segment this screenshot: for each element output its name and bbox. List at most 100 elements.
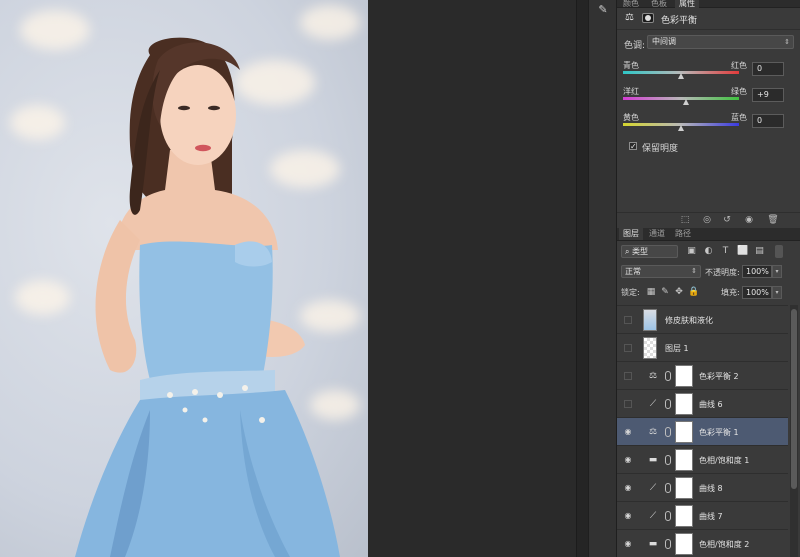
tone-select-value: 中间调: [652, 37, 676, 46]
filter-toggle[interactable]: [775, 245, 783, 258]
mask-icon[interactable]: [642, 13, 654, 23]
curves-icon[interactable]: ⟋: [646, 511, 660, 521]
layer-row[interactable]: ⚖ 色彩平衡 2: [617, 362, 788, 390]
pixel-filter-icon[interactable]: ▣: [686, 246, 697, 257]
color-balance-slider[interactable]: 洋红 绿色 +9: [623, 86, 800, 110]
layer-row[interactable]: 图层 1: [617, 334, 788, 362]
shape-filter-icon[interactable]: ⬜: [737, 246, 748, 257]
slider-value-field[interactable]: 0: [752, 62, 784, 76]
reset-icon[interactable]: ↺: [721, 215, 733, 225]
visibility-toggle-empty[interactable]: [624, 400, 632, 408]
visibility-eye-icon[interactable]: ◉: [623, 427, 633, 437]
brush-preset-icon[interactable]: ✎: [595, 3, 611, 17]
lock-transparency-icon[interactable]: ▦: [646, 286, 656, 298]
layer-mask-thumbnail[interactable]: [675, 365, 693, 387]
layer-name: 曲线 8: [699, 484, 723, 493]
lock-position-icon[interactable]: ✥: [674, 286, 684, 298]
layer-row[interactable]: ◉ ▬ 色相/饱和度 1: [617, 446, 788, 474]
fill-dropdown-icon[interactable]: ▾: [772, 286, 782, 299]
opacity-label: 不透明度:: [705, 268, 740, 277]
visibility-eye-icon[interactable]: ◉: [623, 455, 633, 465]
hue-saturation-icon[interactable]: ▬: [646, 455, 660, 465]
trash-icon[interactable]: 🗑: [767, 215, 779, 225]
balance-icon[interactable]: ⚖: [646, 371, 660, 381]
slider-right-label: 绿色: [731, 87, 747, 96]
layer-row[interactable]: ◉ ⟋ 曲线 7: [617, 502, 788, 530]
link-chain-icon[interactable]: [665, 455, 671, 465]
tone-select[interactable]: 中间调 ⇕: [647, 35, 794, 49]
layers-tabbar: 图层 通道 路径: [617, 228, 800, 241]
visibility-eye-icon[interactable]: ◉: [623, 511, 633, 521]
visibility-toggle-empty[interactable]: [624, 344, 632, 352]
tab-channels[interactable]: 通道: [645, 228, 669, 240]
document-canvas[interactable]: [0, 0, 368, 557]
slider-value-field[interactable]: 0: [752, 114, 784, 128]
tab-layers[interactable]: 图层: [619, 228, 643, 240]
layer-mask-thumbnail[interactable]: [675, 393, 693, 415]
transparent-thumbnail[interactable]: [643, 337, 657, 359]
tab-color[interactable]: 颜色: [619, 0, 643, 8]
link-chain-icon[interactable]: [665, 483, 671, 493]
visibility-eye-icon[interactable]: ◉: [623, 483, 633, 493]
layers-scrollbar[interactable]: [790, 305, 798, 557]
scrollbar-thumb[interactable]: [791, 309, 797, 489]
layer-filter-value: 类型: [632, 247, 649, 256]
layer-mask-thumbnail[interactable]: [675, 505, 693, 527]
link-chain-icon[interactable]: [665, 427, 671, 437]
smart-object-filter-icon[interactable]: ▤: [754, 246, 765, 257]
search-icon: ⌕: [625, 247, 630, 256]
photo-thumbnail[interactable]: [643, 309, 657, 331]
visibility-eye-icon[interactable]: ◉: [743, 215, 755, 225]
curves-icon[interactable]: ⟋: [646, 483, 660, 493]
slider-thumb[interactable]: [678, 125, 684, 131]
checkbox-check-icon[interactable]: ✓: [629, 142, 637, 151]
opacity-field[interactable]: 100%: [742, 265, 772, 278]
layer-row[interactable]: ⟋ 曲线 6: [617, 390, 788, 418]
tab-paths[interactable]: 路径: [671, 228, 695, 240]
lock-image-icon[interactable]: ✎: [660, 286, 670, 298]
slider-track[interactable]: [623, 97, 739, 100]
layer-filter-select[interactable]: ⌕ 类型: [621, 245, 678, 258]
portrait-figure: [75, 37, 340, 557]
type-filter-icon[interactable]: T: [720, 246, 731, 257]
layer-row[interactable]: ◉ ⟋ 曲线 8: [617, 474, 788, 502]
layer-name: 色相/饱和度 2: [699, 540, 750, 549]
hue-saturation-icon[interactable]: ▬: [646, 539, 660, 549]
visibility-toggle-empty[interactable]: [624, 316, 632, 324]
curves-icon[interactable]: ⟋: [646, 399, 660, 409]
clip-to-layer-icon[interactable]: ⬚: [679, 215, 691, 225]
slider-thumb[interactable]: [678, 73, 684, 79]
tab-properties[interactable]: 属性: [675, 0, 699, 8]
layer-mask-thumbnail[interactable]: [675, 477, 693, 499]
layer-row[interactable]: ◉ ⚖ 色彩平衡 1: [617, 418, 788, 446]
link-chain-icon[interactable]: [665, 539, 671, 549]
properties-footer: ⬚ ◎ ↺ ◉ 🗑: [617, 212, 800, 226]
link-chain-icon[interactable]: [665, 399, 671, 409]
lock-all-icon[interactable]: 🔒: [688, 286, 699, 298]
opacity-dropdown-icon[interactable]: ▾: [772, 265, 782, 278]
tab-swatches[interactable]: 色板: [647, 0, 671, 8]
color-balance-slider[interactable]: 青色 红色 0: [623, 60, 800, 84]
layer-row[interactable]: 修皮肤和液化: [617, 306, 788, 334]
color-balance-slider[interactable]: 黄色 蓝色 0: [623, 112, 800, 136]
layer-mask-thumbnail[interactable]: [675, 533, 693, 555]
layer-mask-thumbnail[interactable]: [675, 449, 693, 471]
layer-name: 色彩平衡 2: [699, 372, 739, 381]
link-chain-icon[interactable]: [665, 371, 671, 381]
balance-icon[interactable]: ⚖: [646, 427, 660, 437]
view-previous-state-icon[interactable]: ◎: [701, 215, 713, 225]
properties-header: ⚖ 色彩平衡: [617, 8, 800, 30]
chevron-updown-icon: ⇕: [784, 38, 790, 46]
fill-field[interactable]: 100%: [742, 286, 772, 299]
layer-name: 色相/饱和度 1: [699, 456, 750, 465]
visibility-toggle-empty[interactable]: [624, 372, 632, 380]
adjustment-filter-icon[interactable]: ◐: [703, 246, 714, 257]
visibility-eye-icon[interactable]: ◉: [623, 539, 633, 549]
link-chain-icon[interactable]: [665, 511, 671, 521]
layer-mask-thumbnail[interactable]: [675, 421, 693, 443]
slider-thumb[interactable]: [682, 99, 689, 105]
properties-tabbar: 颜色 色板 属性: [617, 0, 800, 8]
blend-mode-select[interactable]: 正常 ⇕: [621, 265, 701, 278]
slider-value-field[interactable]: +9: [752, 88, 784, 102]
layer-row[interactable]: ◉ ▬ 色相/饱和度 2: [617, 530, 788, 557]
